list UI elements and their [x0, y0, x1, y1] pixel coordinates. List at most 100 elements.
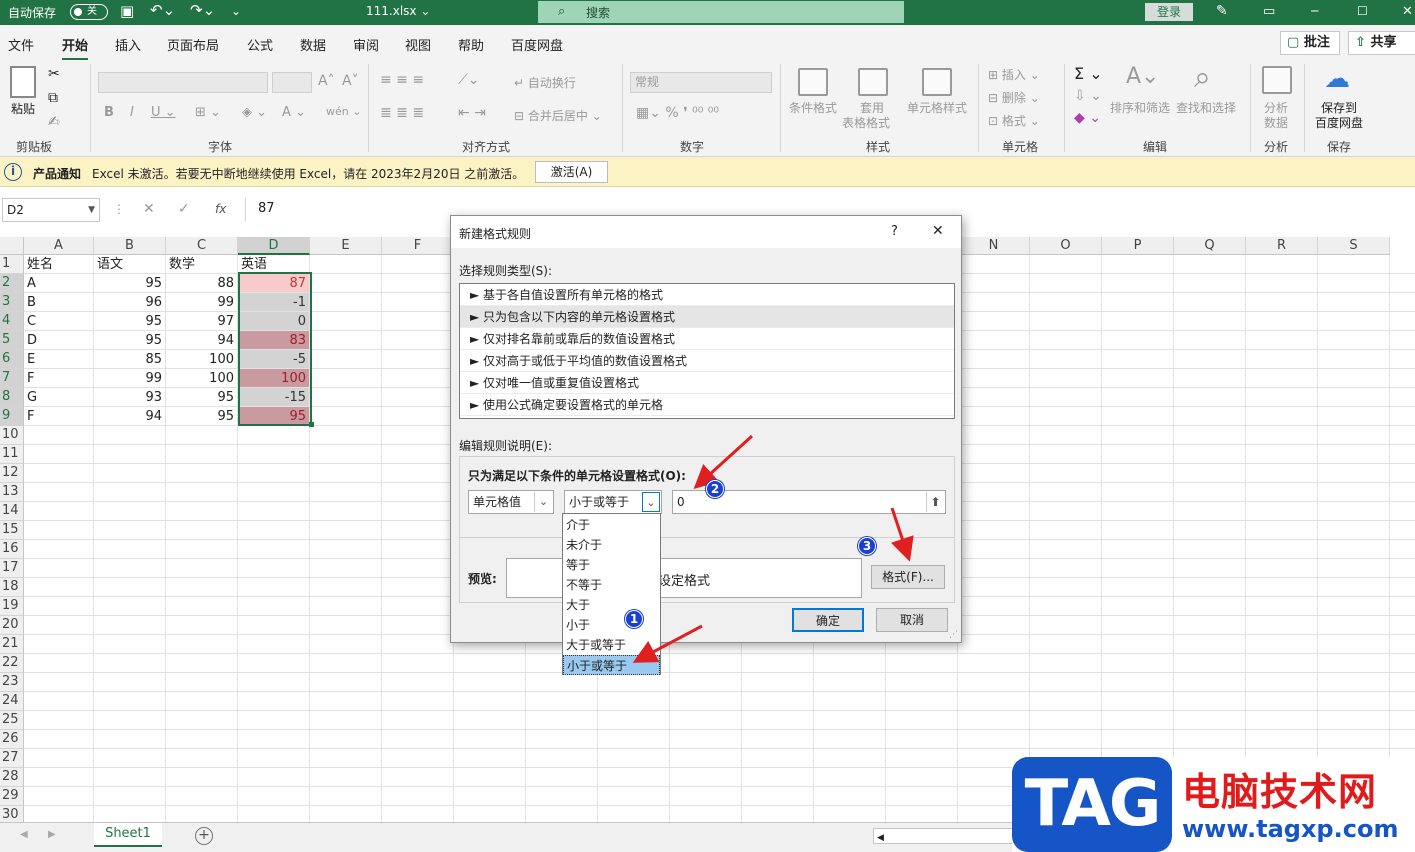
find-select-button[interactable]: 查找和选择 [1176, 99, 1236, 116]
add-sheet-icon[interactable]: + [195, 827, 213, 845]
format-table-label-2[interactable]: 表格格式 [842, 114, 890, 131]
cell[interactable]: 95 [94, 274, 165, 292]
redo-icon[interactable]: ↷⌄ [190, 1, 215, 19]
tab-data[interactable]: 数据 [300, 35, 326, 54]
row-header[interactable]: 3 [0, 293, 24, 312]
insert-cells-button[interactable]: ⊞ 插入 ⌄ [988, 66, 1040, 83]
operator-option[interactable]: 未介于 [563, 535, 660, 555]
column-header[interactable]: F [382, 237, 454, 255]
rule-type-item[interactable]: ► 基于各自值设置所有单元格的格式 [460, 284, 954, 306]
format-button[interactable]: 格式(F)... [871, 565, 945, 589]
column-header[interactable]: D [238, 237, 310, 255]
ribbon-display-icon[interactable]: ▭ [1263, 4, 1275, 19]
copy-icon[interactable]: ⧉ [48, 90, 58, 106]
row-header[interactable]: 17 [0, 559, 24, 578]
align-left-icon[interactable]: ≣ ≣ ≣ [380, 105, 424, 121]
field-select[interactable]: 单元格值 ⌄ [468, 490, 554, 514]
tab-view[interactable]: 视图 [405, 35, 431, 54]
resize-grip-icon[interactable]: ⋰ [949, 630, 958, 640]
row-header[interactable]: 2 [0, 274, 24, 293]
italic-icon[interactable]: I [130, 105, 134, 120]
save-icon[interactable]: ▣ [120, 2, 134, 20]
sheet-tab[interactable]: Sheet1 [94, 823, 162, 847]
column-header[interactable]: O [1030, 237, 1102, 255]
number-format-select[interactable]: 常规 [630, 72, 772, 93]
currency-icon[interactable]: ▦⌄ % ❜ ⁰⁰ ⁰⁰ [636, 105, 719, 121]
row-header[interactable]: 4 [0, 312, 24, 331]
font-name-select[interactable] [98, 72, 268, 93]
row-header[interactable]: 22 [0, 654, 24, 673]
cell[interactable]: 94 [166, 331, 237, 349]
orientation-icon[interactable]: ⟋⌄ [458, 72, 480, 88]
row-header[interactable]: 25 [0, 711, 24, 730]
next-sheet-icon[interactable]: ▶ [48, 829, 56, 840]
close-icon[interactable]: ✕ [932, 223, 944, 239]
row-header[interactable]: 20 [0, 616, 24, 635]
baidu-netdisk-icon[interactable]: ☁ [1324, 64, 1350, 94]
find-select-icon[interactable]: ⌕ [1194, 60, 1211, 95]
sort-filter-icon[interactable]: A⌄ [1126, 64, 1159, 89]
cell[interactable]: F [24, 407, 93, 425]
name-box[interactable]: D2 ▼ [2, 198, 100, 222]
cell[interactable]: D [24, 331, 93, 349]
row-header[interactable]: 6 [0, 350, 24, 369]
row-header[interactable]: 1 [0, 255, 24, 274]
column-header[interactable]: B [94, 237, 166, 255]
cell-styles-icon[interactable] [922, 68, 952, 96]
row-header[interactable]: 26 [0, 730, 24, 749]
bold-icon[interactable]: B [104, 105, 114, 120]
save-to-label-2[interactable]: 百度网盘 [1315, 114, 1363, 131]
cell[interactable]: 语文 [94, 255, 165, 273]
format-cells-button[interactable]: ⊡ 格式 ⌄ [988, 112, 1040, 129]
rule-type-list[interactable]: ► 基于各自值设置所有单元格的格式 ► 只为包含以下内容的单元格设置格式 ► 仅… [459, 283, 955, 419]
cell[interactable]: 93 [94, 388, 165, 406]
row-header[interactable]: 16 [0, 540, 24, 559]
cell[interactable]: 95 [94, 312, 165, 330]
row-header[interactable]: 18 [0, 578, 24, 597]
row-header[interactable]: 9 [0, 407, 24, 426]
conditional-format-button[interactable]: 条件格式 [789, 99, 837, 116]
maximize-icon[interactable]: ☐ [1357, 4, 1368, 18]
clear-icon[interactable]: ◆ ⌄ [1074, 110, 1101, 126]
cell[interactable]: 100 [166, 369, 237, 387]
cell[interactable]: E [24, 350, 93, 368]
cut-icon[interactable]: ✂ [48, 66, 60, 82]
cell-styles-button[interactable]: 单元格样式 [907, 99, 967, 116]
paste-label[interactable]: 粘贴 [11, 100, 35, 117]
indent-icon[interactable]: ⇤ ⇥ [458, 105, 486, 121]
column-header[interactable]: R [1246, 237, 1318, 255]
tab-review[interactable]: 审阅 [353, 35, 379, 54]
ok-button[interactable]: 确定 [792, 608, 864, 632]
conditional-format-icon[interactable] [798, 68, 828, 96]
row-header[interactable]: 23 [0, 673, 24, 692]
rule-type-item[interactable]: ► 仅对高于或低于平均值的数值设置格式 [460, 350, 954, 372]
analyze-data-icon[interactable] [1262, 66, 1292, 94]
tab-insert[interactable]: 插入 [115, 35, 141, 54]
column-header[interactable]: A [24, 237, 94, 255]
column-header[interactable]: E [310, 237, 382, 255]
share-button[interactable]: ⇧ 共享 [1348, 31, 1415, 55]
fill-color-icon[interactable]: ◈ ⌄ [242, 105, 267, 120]
operator-select[interactable]: 小于或等于 ⌄ [564, 490, 662, 514]
undo-icon[interactable]: ↶⌄ [150, 1, 175, 19]
row-header[interactable]: 15 [0, 521, 24, 540]
column-header[interactable]: P [1102, 237, 1174, 255]
row-header[interactable]: 19 [0, 597, 24, 616]
cell[interactable]: 99 [166, 293, 237, 311]
row-header[interactable]: 8 [0, 388, 24, 407]
column-header[interactable]: S [1318, 237, 1390, 255]
help-button[interactable]: ? [891, 224, 898, 239]
rule-type-item[interactable]: ► 使用公式确定要设置格式的单元格 [460, 394, 954, 416]
border-icon[interactable]: ⊞ ⌄ [195, 105, 221, 120]
sort-filter-button[interactable]: 排序和筛选 [1110, 99, 1170, 116]
cell[interactable]: 数学 [166, 255, 237, 273]
activate-button[interactable]: 激活(A) [535, 161, 608, 183]
operator-option[interactable]: 小于 [563, 615, 660, 635]
paste-icon[interactable] [10, 66, 36, 98]
login-button[interactable]: 登录 [1145, 3, 1193, 21]
decrease-font-icon[interactable]: A˅ [342, 73, 359, 89]
cancel-button[interactable]: 取消 [876, 608, 948, 632]
fill-icon[interactable]: ⇩ ⌄ [1074, 88, 1102, 104]
row-header[interactable]: 28 [0, 768, 24, 787]
customize-qat-icon[interactable]: ⌄ [231, 4, 241, 18]
